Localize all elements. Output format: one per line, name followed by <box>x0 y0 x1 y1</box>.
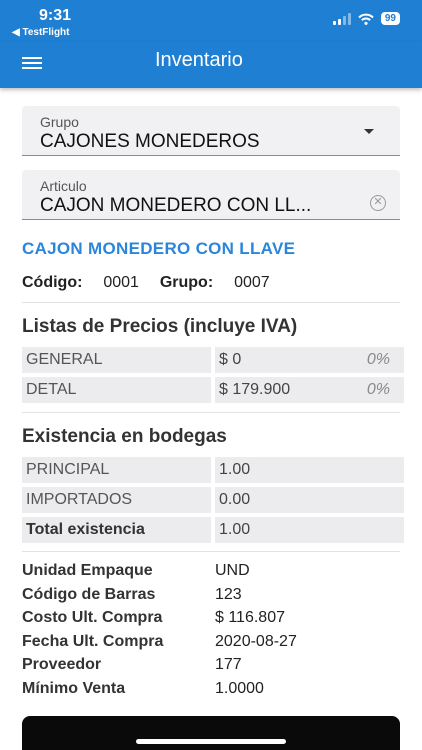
signal-icon <box>332 12 351 25</box>
detail-row: Mínimo Venta 1.0000 <box>22 680 400 704</box>
clear-icon[interactable]: ✕ <box>370 195 386 211</box>
product-name: CAJON MONEDERO CON LLAVE <box>22 239 296 258</box>
total-stock-value: 1.00 <box>215 517 404 543</box>
detail-row: Unidad Empaque UND <box>22 562 400 586</box>
price-list-value: $ 0 <box>219 351 242 368</box>
codigo-value: 0001 <box>103 274 139 291</box>
price-list-percent: 0% <box>366 351 390 368</box>
stock-section-title: Existencia en bodegas <box>22 426 227 447</box>
bottom-action-bar[interactable] <box>22 716 400 750</box>
detail-row: Fecha Ult. Compra 2020-08-27 <box>22 633 400 657</box>
detail-label: Mínimo Venta <box>22 679 126 697</box>
wifi-icon <box>358 13 374 25</box>
price-list-value: $ 179.900 <box>219 381 291 398</box>
detail-label: Fecha Ult. Compra <box>22 632 164 650</box>
detail-value: UND <box>215 562 250 579</box>
app-bar: Inventario <box>0 42 422 88</box>
grupo-code-label: Grupo: <box>159 274 214 291</box>
detail-value: 177 <box>215 656 242 674</box>
codigo-label: Código: <box>22 274 83 291</box>
price-list-value-cell: $ 179.900 0% <box>215 377 404 403</box>
warehouse-qty: 1.00 <box>215 457 404 483</box>
warehouse-qty: 0.00 <box>215 487 404 513</box>
detail-row: Proveedor 177 <box>22 656 400 680</box>
grupo-select-label: Grupo <box>40 114 79 130</box>
price-list-name: DETAL <box>22 377 211 403</box>
detail-value: 2020-08-27 <box>215 632 297 650</box>
detail-row: Costo Ult. Compra $ 116.807 <box>22 609 400 633</box>
status-bar: 9:31 ◀ TestFlight 99 <box>0 0 422 42</box>
product-codes: Código: 0001 Grupo: 0007 <box>22 274 270 292</box>
grupo-select-value: CAJONES MONEDEROS <box>40 131 260 152</box>
grupo-select[interactable]: Grupo CAJONES MONEDEROS <box>22 106 400 156</box>
articulo-input-value[interactable]: CAJON MONEDERO CON LL... <box>40 195 311 217</box>
detail-value: 123 <box>215 585 242 603</box>
product-details: Unidad Empaque UND Código de Barras 123 … <box>22 562 400 704</box>
detail-value: 1.0000 <box>215 679 264 697</box>
total-stock-label: Total existencia <box>22 517 211 543</box>
detail-label: Código de Barras <box>22 585 156 603</box>
battery-icon: 99 <box>380 12 400 25</box>
back-to-testflight-link[interactable]: ◀ TestFlight <box>12 27 70 38</box>
detail-row: Código de Barras 123 <box>22 586 400 610</box>
detail-label: Proveedor <box>22 656 102 674</box>
detail-label: Costo Ult. Compra <box>22 609 163 627</box>
price-list-value-cell: $ 0 0% <box>215 347 404 373</box>
detail-value: $ 116.807 <box>215 609 285 627</box>
warehouse-name: PRINCIPAL <box>22 457 211 483</box>
prices-section-title: Listas de Precios (incluye IVA) <box>22 316 298 337</box>
price-list-percent: 0% <box>366 381 390 398</box>
caret-down-icon[interactable] <box>364 129 374 134</box>
price-list-name: GENERAL <box>22 347 211 373</box>
detail-label: Unidad Empaque <box>22 562 153 579</box>
articulo-input-label: Articulo <box>40 178 87 194</box>
menu-icon[interactable] <box>22 54 44 72</box>
page-title: Inventario <box>155 49 243 71</box>
status-time: 9:31 <box>39 7 72 24</box>
status-icons: 99 <box>332 12 400 25</box>
grupo-code-value: 0007 <box>234 274 270 291</box>
articulo-input[interactable]: Articulo CAJON MONEDERO CON LL... ✕ <box>22 170 400 220</box>
divider <box>22 412 400 413</box>
home-indicator[interactable] <box>136 739 286 744</box>
divider <box>22 551 400 552</box>
divider <box>22 302 400 303</box>
warehouse-name: IMPORTADOS <box>22 487 211 513</box>
